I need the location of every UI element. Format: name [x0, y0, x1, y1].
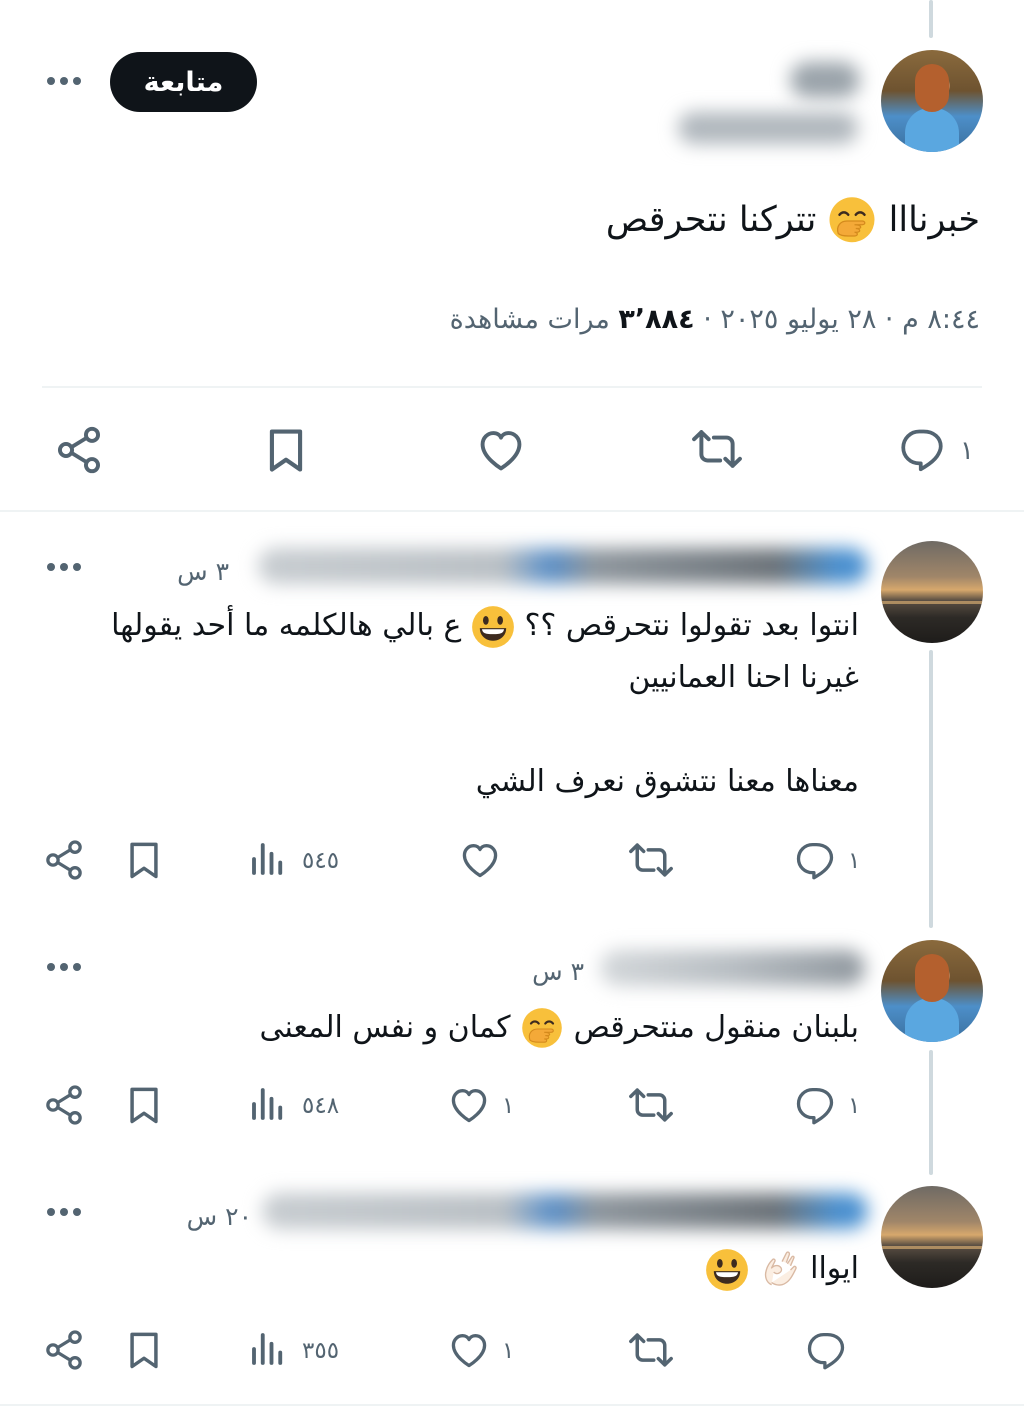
reply3-avatar[interactable] [881, 1186, 983, 1288]
author-avatar[interactable] [881, 50, 983, 152]
share-icon[interactable] [53, 424, 105, 476]
reply2-avatar[interactable] [881, 940, 983, 1042]
tweet-text-part1: خبرنااا [888, 200, 980, 240]
reply2-reply-icon[interactable] [793, 1083, 837, 1127]
reply3-retweet-icon[interactable] [628, 1328, 674, 1372]
reply2-retweet-icon[interactable] [628, 1083, 674, 1127]
reply2-name-redacted [600, 950, 865, 986]
tweet-text-part2: تتركنا نتحرقص [605, 200, 817, 240]
reply1-line2: غيرنا احنا العمانيين [628, 660, 859, 695]
tweet-views-label: مرات مشاهدة [449, 304, 619, 335]
reply1-reply-count: ١ [848, 848, 861, 874]
more-options-icon[interactable] [47, 77, 81, 85]
reply1-line1-b: ع بالي هالكلمه ما أحد يقولها [111, 608, 462, 643]
author-name-redacted [790, 62, 860, 98]
grinning-emoji-icon [705, 1248, 749, 1292]
reply1-line1: انتوا بعد تقولوا نتحرقص ؟؟ ع بالي هالكلم… [111, 600, 859, 652]
reply2-share-icon[interactable] [42, 1083, 86, 1127]
reply1-share-icon[interactable] [42, 838, 86, 882]
grinning-emoji-icon [471, 605, 515, 649]
reply1-reply-icon[interactable] [793, 838, 837, 882]
reply3-text-a: ايواا [810, 1251, 859, 1286]
reply1-line3: معناها معنا نتشوق نعرف الشي [475, 764, 859, 799]
reply3-bookmark-icon[interactable] [122, 1328, 166, 1372]
reply3-reply-icon[interactable] [804, 1328, 848, 1372]
tweet-views-count: ٣٬٨٨٤ [618, 304, 695, 335]
reply3-name-redacted [262, 1193, 868, 1229]
section-divider [0, 510, 1024, 512]
bottom-divider [0, 1404, 1024, 1406]
hand-over-mouth-emoji-icon [827, 196, 877, 246]
reply1-avatar[interactable] [881, 541, 983, 643]
reply3-share-icon[interactable] [42, 1328, 86, 1372]
tweet-timestamp: ٨:٤٤ م · ٢٨ يوليو ٢٠٢٥ · [694, 304, 980, 335]
reply-count: ١ [960, 436, 974, 466]
tweet-text: خبرنااا تتركنا نتحرقص [606, 190, 980, 250]
reply2-reply-count: ١ [848, 1093, 861, 1119]
thread-line-reply2 [929, 1050, 933, 1175]
reply1-text: انتوا بعد تقولوا نتحرقص ؟؟ ع بالي هالكلم… [111, 600, 859, 808]
reply2-time: ٣ س [532, 957, 584, 986]
thread-line-top [929, 0, 933, 38]
bookmark-icon[interactable] [260, 424, 312, 476]
reply2-views-count: ٥٤٨ [302, 1093, 340, 1119]
thread-line-reply1 [929, 650, 933, 928]
reply3-time: ٢٠ س [186, 1202, 252, 1231]
ok-hand-emoji-icon [759, 1249, 801, 1291]
reply2-bookmark-icon[interactable] [122, 1083, 166, 1127]
reply2-text-a: بلبنان منقول منتحرقص [573, 1010, 859, 1045]
reply1-views-count: ٥٤٥ [302, 848, 340, 874]
reply2-text: بلبنان منقول منتحرقص كمان و نفس المعنى [259, 1002, 859, 1054]
reply3-more-options-icon[interactable] [47, 1208, 81, 1216]
reply2-text-b: كمان و نفس المعنى [259, 1010, 511, 1045]
reply1-retweet-icon[interactable] [628, 838, 674, 882]
tweet-divider [42, 386, 982, 388]
reply2-like-icon[interactable] [447, 1083, 491, 1127]
reply3-views-icon[interactable] [247, 1328, 289, 1370]
tweet-meta: ٨:٤٤ م · ٢٨ يوليو ٢٠٢٥ · ٣٬٨٨٤ مرات مشاه… [450, 300, 980, 340]
hand-over-mouth-emoji-icon [520, 1007, 564, 1051]
reply3-like-count: ١ [502, 1338, 515, 1364]
reply1-line1-a: انتوا بعد تقولوا نتحرقص ؟؟ [524, 608, 859, 643]
retweet-icon[interactable] [690, 424, 744, 474]
reply1-views-icon[interactable] [247, 838, 289, 880]
follow-button[interactable]: متابعة [110, 52, 257, 112]
reply2-more-options-icon[interactable] [47, 963, 81, 971]
reply1-more-options-icon[interactable] [47, 563, 81, 571]
reply1-name-redacted [258, 548, 868, 584]
reply3-like-icon[interactable] [447, 1328, 491, 1372]
reply3-views-count: ٣٥٥ [302, 1338, 340, 1364]
reply1-time: ٣ س [177, 557, 229, 586]
reply1-like-icon[interactable] [458, 838, 502, 882]
reply-icon[interactable] [897, 424, 947, 474]
reply2-views-icon[interactable] [247, 1083, 289, 1125]
reply3-text: ايواا [705, 1243, 859, 1295]
reply2-like-count: ١ [502, 1093, 515, 1119]
author-handle-redacted [678, 112, 858, 144]
reply1-bookmark-icon[interactable] [122, 838, 166, 882]
like-icon[interactable] [475, 424, 527, 476]
